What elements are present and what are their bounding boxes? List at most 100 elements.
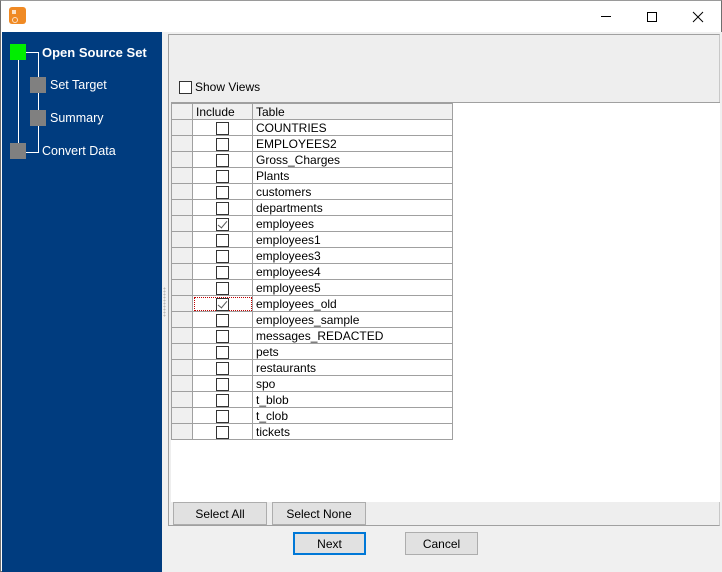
- include-cell[interactable]: [192, 359, 253, 376]
- table-row[interactable]: tickets: [171, 423, 453, 440]
- table-row[interactable]: COUNTRIES: [171, 119, 453, 136]
- table-name-cell[interactable]: Gross_Charges: [252, 151, 453, 168]
- include-checkbox[interactable]: [216, 153, 229, 167]
- cancel-button[interactable]: Cancel: [405, 532, 478, 555]
- column-header-include[interactable]: Include: [192, 103, 253, 120]
- table-row[interactable]: employees: [171, 215, 453, 232]
- table-row[interactable]: employees_sample: [171, 311, 453, 328]
- include-cell[interactable]: [192, 135, 253, 152]
- include-checkbox[interactable]: [216, 313, 229, 327]
- table-name-cell[interactable]: COUNTRIES: [252, 119, 453, 136]
- table-name-cell[interactable]: pets: [252, 343, 453, 360]
- include-cell[interactable]: [192, 311, 253, 328]
- row-header[interactable]: [171, 183, 193, 200]
- maximize-button[interactable]: [629, 1, 675, 32]
- select-all-button[interactable]: Select All: [173, 502, 267, 525]
- include-checkbox[interactable]: [216, 345, 229, 359]
- include-cell[interactable]: [192, 215, 253, 232]
- table-name-cell[interactable]: t_blob: [252, 391, 453, 408]
- table-row[interactable]: employees5: [171, 279, 453, 296]
- include-cell[interactable]: [192, 327, 253, 344]
- include-cell[interactable]: [192, 279, 253, 296]
- row-header[interactable]: [171, 311, 193, 328]
- show-views-checkbox[interactable]: [179, 80, 192, 94]
- table-row[interactable]: EMPLOYEES2: [171, 135, 453, 152]
- include-checkbox[interactable]: [216, 265, 229, 279]
- table-name-cell[interactable]: spo: [252, 375, 453, 392]
- row-header[interactable]: [171, 199, 193, 216]
- include-checkbox[interactable]: [216, 409, 229, 423]
- table-name-cell[interactable]: employees_sample: [252, 311, 453, 328]
- table-row[interactable]: customers: [171, 183, 453, 200]
- table-name-cell[interactable]: customers: [252, 183, 453, 200]
- include-cell[interactable]: [192, 183, 253, 200]
- include-cell[interactable]: [192, 343, 253, 360]
- next-button[interactable]: Next: [293, 532, 366, 555]
- close-button[interactable]: [675, 1, 721, 32]
- include-cell[interactable]: [192, 375, 253, 392]
- include-checkbox[interactable]: [216, 249, 229, 263]
- row-header[interactable]: [171, 135, 193, 152]
- include-checkbox[interactable]: [216, 137, 229, 151]
- row-header[interactable]: [171, 263, 193, 280]
- include-checkbox[interactable]: [216, 185, 229, 199]
- include-cell[interactable]: [192, 407, 253, 424]
- table-name-cell[interactable]: employees_old: [252, 295, 453, 312]
- row-header[interactable]: [171, 295, 193, 312]
- include-checkbox[interactable]: [216, 329, 229, 343]
- table-name-cell[interactable]: Plants: [252, 167, 453, 184]
- include-checkbox[interactable]: [216, 217, 229, 231]
- include-cell[interactable]: [192, 391, 253, 408]
- include-cell[interactable]: [192, 167, 253, 184]
- table-row[interactable]: messages_REDACTED: [171, 327, 453, 344]
- row-header[interactable]: [171, 215, 193, 232]
- table-row[interactable]: restaurants: [171, 359, 453, 376]
- table-name-cell[interactable]: employees: [252, 215, 453, 232]
- row-header[interactable]: [171, 247, 193, 264]
- include-checkbox[interactable]: [216, 233, 229, 247]
- row-header[interactable]: [171, 407, 193, 424]
- select-none-button[interactable]: Select None: [272, 502, 366, 525]
- include-cell[interactable]: [192, 151, 253, 168]
- table-name-cell[interactable]: tickets: [252, 423, 453, 440]
- include-checkbox[interactable]: [216, 201, 229, 215]
- include-checkbox[interactable]: [216, 297, 229, 311]
- row-header[interactable]: [171, 167, 193, 184]
- row-header[interactable]: [171, 423, 193, 440]
- row-header[interactable]: [171, 119, 193, 136]
- table-row[interactable]: employees_old: [171, 295, 453, 312]
- table-row[interactable]: departments: [171, 199, 453, 216]
- table-row[interactable]: t_blob: [171, 391, 453, 408]
- table-row[interactable]: Plants: [171, 167, 453, 184]
- row-header[interactable]: [171, 231, 193, 248]
- include-checkbox[interactable]: [216, 361, 229, 375]
- table-row[interactable]: pets: [171, 343, 453, 360]
- table-name-cell[interactable]: employees4: [252, 263, 453, 280]
- table-name-cell[interactable]: restaurants: [252, 359, 453, 376]
- include-checkbox[interactable]: [216, 393, 229, 407]
- row-header[interactable]: [171, 359, 193, 376]
- splitter-grip[interactable]: [163, 287, 166, 317]
- row-header[interactable]: [171, 327, 193, 344]
- table-name-cell[interactable]: t_clob: [252, 407, 453, 424]
- include-checkbox[interactable]: [216, 281, 229, 295]
- include-cell[interactable]: [192, 119, 253, 136]
- table-row[interactable]: t_clob: [171, 407, 453, 424]
- table-row[interactable]: employees1: [171, 231, 453, 248]
- include-checkbox[interactable]: [216, 377, 229, 391]
- minimize-button[interactable]: [583, 1, 629, 32]
- include-checkbox[interactable]: [216, 169, 229, 183]
- include-cell[interactable]: [192, 247, 253, 264]
- show-views-option[interactable]: Show Views: [179, 80, 260, 94]
- row-header[interactable]: [171, 391, 193, 408]
- include-cell[interactable]: [192, 295, 253, 312]
- table-name-cell[interactable]: employees3: [252, 247, 453, 264]
- row-header[interactable]: [171, 375, 193, 392]
- table-name-cell[interactable]: employees1: [252, 231, 453, 248]
- include-cell[interactable]: [192, 423, 253, 440]
- column-header-table[interactable]: Table: [252, 103, 453, 120]
- table-name-cell[interactable]: messages_REDACTED: [252, 327, 453, 344]
- row-header[interactable]: [171, 343, 193, 360]
- table-name-cell[interactable]: EMPLOYEES2: [252, 135, 453, 152]
- table-row[interactable]: spo: [171, 375, 453, 392]
